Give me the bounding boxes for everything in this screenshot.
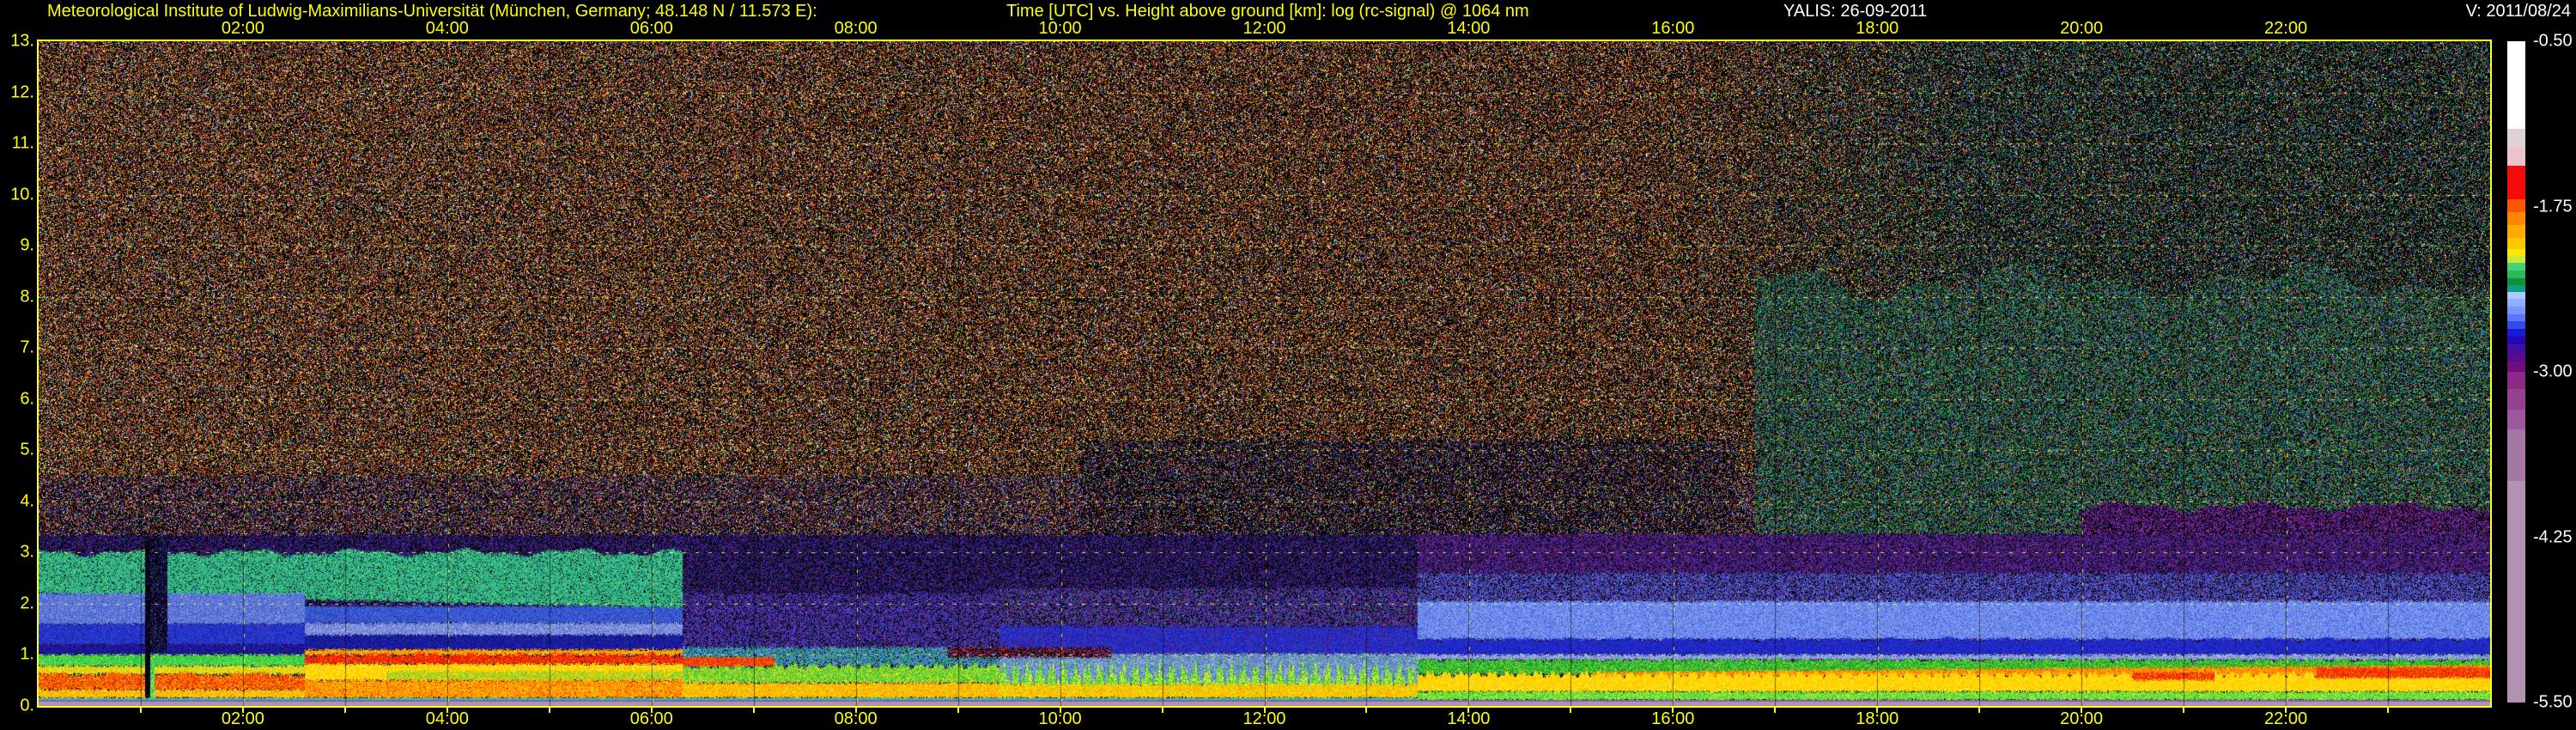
colorbar-segment bbox=[2507, 278, 2525, 285]
colorbar-segment bbox=[2507, 256, 2525, 263]
colorbar-tick-label: -3.00 bbox=[2533, 362, 2573, 381]
x-axis-minor-tick bbox=[343, 708, 346, 713]
y-tick-label: 3. bbox=[20, 542, 34, 562]
x-axis-minor-tick bbox=[1059, 708, 1061, 713]
x-tick-label-top: 02:00 bbox=[221, 19, 264, 38]
colorbar-segment bbox=[2507, 199, 2525, 212]
x-tick-label-top: 08:00 bbox=[834, 19, 878, 38]
y-tick-label: 1. bbox=[20, 644, 34, 664]
version-label: V: 2011/08/24 bbox=[2465, 2, 2571, 21]
x-axis-minor-tick bbox=[2387, 708, 2390, 713]
y-tick-label: 11. bbox=[11, 133, 34, 153]
x-axis-minor-tick bbox=[1467, 708, 1470, 713]
y-tick-label: 4. bbox=[20, 491, 34, 511]
y-tick-label: 7. bbox=[20, 338, 34, 357]
colorbar bbox=[2507, 41, 2525, 703]
system-date-label: YALIS: 26-09-2011 bbox=[1783, 2, 1928, 21]
colorbar-segment bbox=[2507, 481, 2525, 703]
colorbar-segment bbox=[2507, 166, 2525, 199]
y-tick-label: 6. bbox=[20, 389, 34, 409]
x-axis-minor-tick bbox=[957, 708, 959, 713]
x-tick-label-top: 10:00 bbox=[1038, 19, 1082, 38]
x-axis-minor-tick bbox=[1570, 708, 1572, 713]
y-tick-label: 12. bbox=[10, 82, 34, 102]
y-tick-label: 9. bbox=[20, 235, 34, 255]
x-axis-minor-tick bbox=[1672, 708, 1674, 713]
colorbar-tick-label: -5.50 bbox=[2533, 692, 2573, 712]
colorbar-segment bbox=[2507, 307, 2525, 314]
x-axis-minor-tick bbox=[548, 708, 550, 713]
y-tick-label: 13. bbox=[10, 31, 34, 51]
x-axis-minor-tick bbox=[2183, 708, 2185, 713]
x-axis-minor-tick bbox=[1365, 708, 1368, 713]
colorbar-segment bbox=[2507, 429, 2525, 481]
colorbar-tick-label: -0.50 bbox=[2533, 31, 2573, 51]
colorbar-segment bbox=[2507, 329, 2525, 337]
colorbar-tick-label: -1.75 bbox=[2533, 197, 2573, 216]
x-axis-minor-tick bbox=[1978, 708, 1981, 713]
colorbar-segment bbox=[2507, 225, 2525, 238]
y-tick-label: 10. bbox=[10, 185, 34, 204]
x-axis-minor-tick bbox=[139, 708, 142, 713]
x-axis-minor-tick bbox=[1263, 708, 1266, 713]
institute-label: Meteorological Institute of Ludwig-Maxim… bbox=[47, 2, 817, 21]
colorbar-segment bbox=[2507, 314, 2525, 321]
colorbar-segment bbox=[2507, 372, 2525, 389]
x-axis-minor-tick bbox=[650, 708, 653, 713]
colorbar-segment bbox=[2507, 362, 2525, 372]
colorbar-segment bbox=[2507, 41, 2525, 129]
colorbar-segment bbox=[2507, 292, 2525, 299]
x-axis-minor-tick bbox=[241, 708, 244, 713]
x-axis-minor-tick bbox=[2081, 708, 2083, 713]
colorbar-segment bbox=[2507, 249, 2525, 256]
colorbar-segment bbox=[2507, 410, 2525, 429]
colorbar-segment bbox=[2507, 299, 2525, 307]
colorbar-segment bbox=[2507, 352, 2525, 362]
x-tick-label-top: 04:00 bbox=[425, 19, 469, 38]
x-tick-label-top: 18:00 bbox=[1856, 19, 1899, 38]
y-tick-label: 5. bbox=[20, 440, 34, 459]
x-tick-label-top: 16:00 bbox=[1651, 19, 1695, 38]
x-tick-label-top: 20:00 bbox=[2060, 19, 2104, 38]
colorbar-segment bbox=[2507, 129, 2525, 148]
page-title: Time [UTC] vs. Height above ground [km]:… bbox=[1006, 2, 1529, 21]
x-axis-minor-tick bbox=[1876, 708, 1879, 713]
colorbar-segment bbox=[2507, 148, 2525, 166]
colorbar-segment bbox=[2507, 212, 2525, 225]
x-axis-minor-tick bbox=[1161, 708, 1163, 713]
colorbar-segment bbox=[2507, 389, 2525, 410]
y-tick-label: 2. bbox=[20, 593, 34, 613]
colorbar-segment bbox=[2507, 238, 2525, 249]
x-tick-label-top: 22:00 bbox=[2264, 19, 2308, 38]
y-tick-label: 8. bbox=[20, 287, 34, 307]
heatmap-canvas bbox=[39, 41, 2490, 706]
x-axis-minor-tick bbox=[1774, 708, 1777, 713]
colorbar-segment bbox=[2507, 263, 2525, 271]
colorbar-segment bbox=[2507, 337, 2525, 344]
x-tick-label-top: 14:00 bbox=[1447, 19, 1491, 38]
x-axis-minor-tick bbox=[446, 708, 448, 713]
colorbar-segment bbox=[2507, 321, 2525, 329]
x-tick-label-top: 06:00 bbox=[629, 19, 673, 38]
colorbar-tick-label: -4.25 bbox=[2533, 527, 2573, 546]
lidar-quicklook-page: Meteorological Institute of Ludwig-Maxim… bbox=[0, 0, 2576, 730]
colorbar-segment bbox=[2507, 271, 2525, 278]
x-tick-label-top: 12:00 bbox=[1242, 19, 1286, 38]
x-axis-minor-tick bbox=[2285, 708, 2287, 713]
colorbar-segment bbox=[2507, 285, 2525, 292]
x-axis-minor-tick bbox=[752, 708, 755, 713]
colorbar-segment bbox=[2507, 344, 2525, 352]
x-axis-minor-tick bbox=[854, 708, 857, 713]
y-tick-label: 0. bbox=[20, 696, 34, 715]
